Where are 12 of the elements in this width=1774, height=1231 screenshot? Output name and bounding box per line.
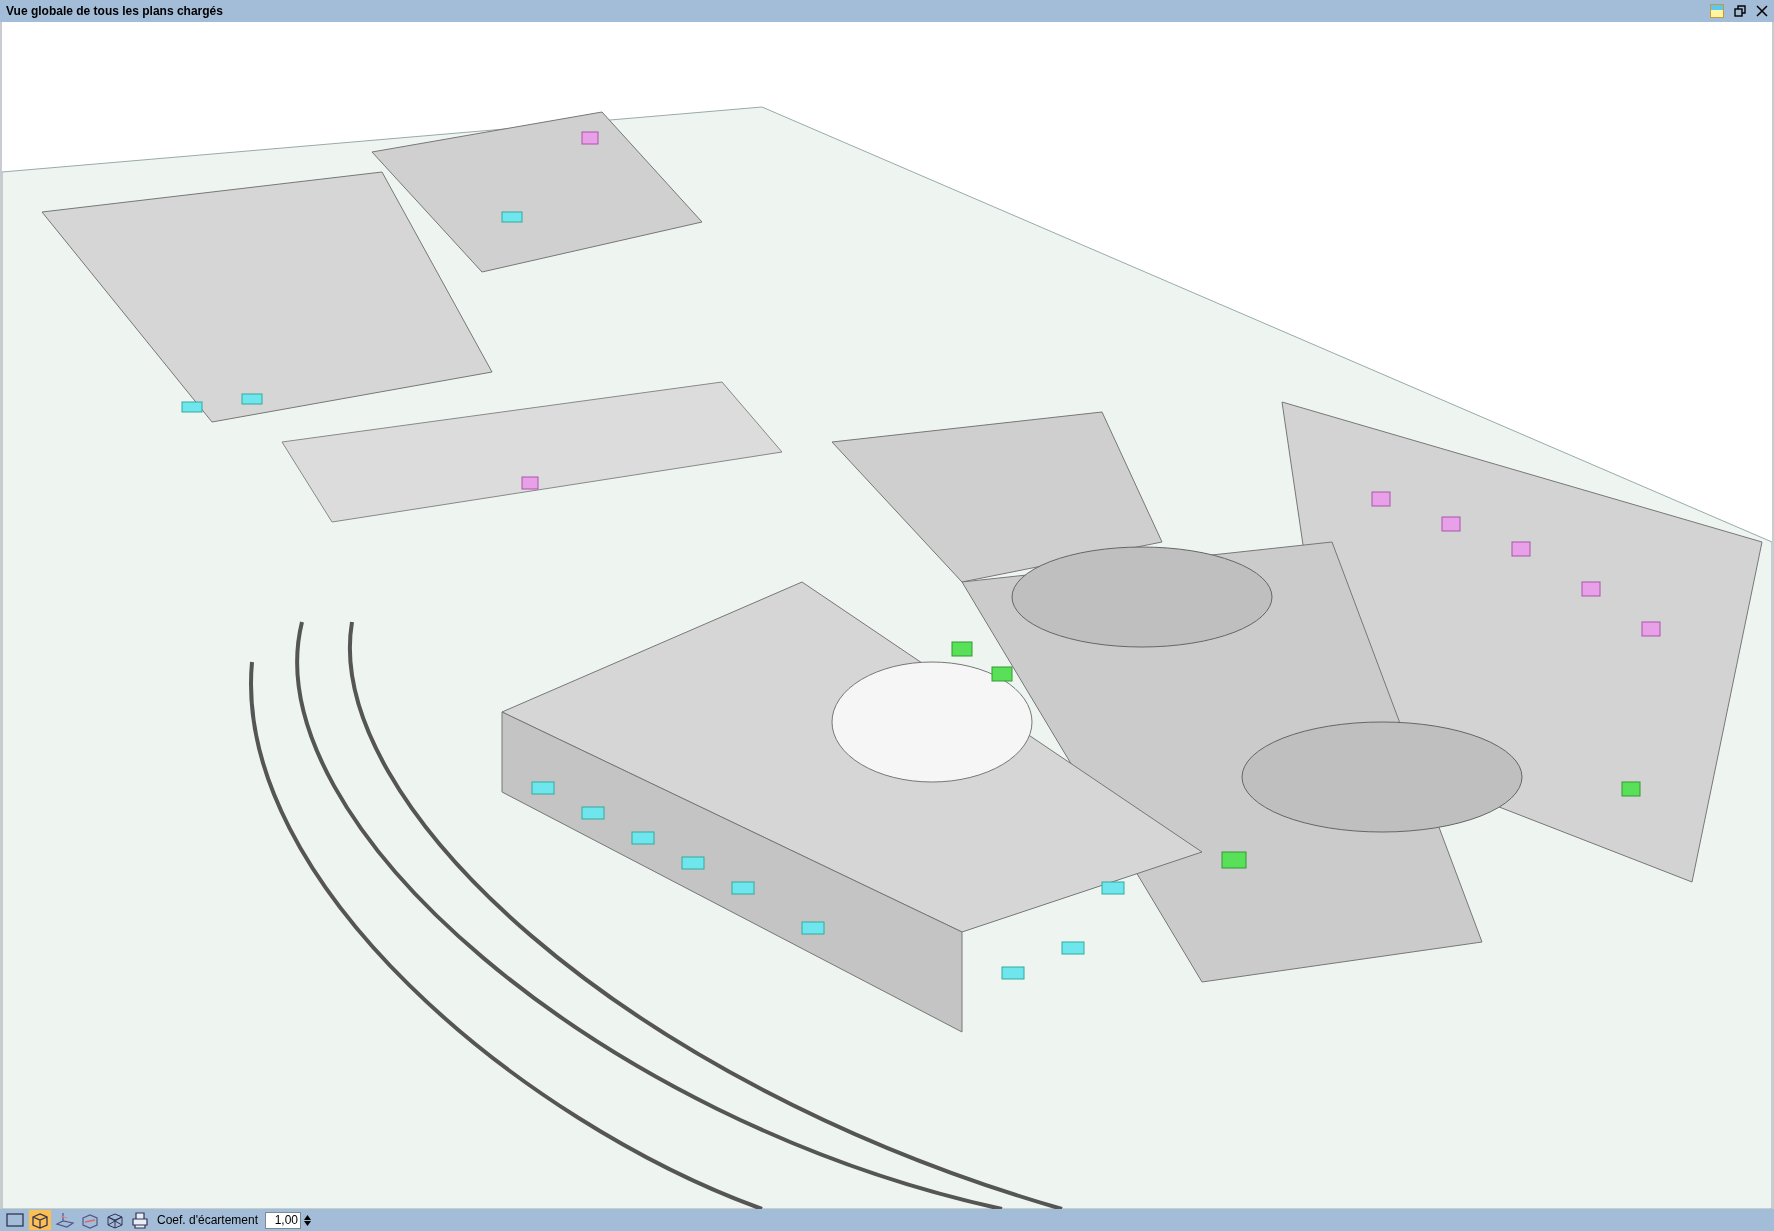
up-arrow-icon[interactable] (304, 1214, 311, 1220)
restore-icon[interactable] (1734, 5, 1746, 17)
wire-view-button[interactable] (104, 1210, 126, 1230)
plan-view-button[interactable] (4, 1210, 26, 1230)
close-icon[interactable] (1756, 5, 1768, 17)
box-view-button[interactable] (29, 1210, 51, 1230)
spacing-label: Coef. d'écartement (157, 1213, 258, 1227)
window-title: Vue globale de tous les plans chargés (6, 4, 224, 18)
spacing-field[interactable]: 1,00 (265, 1211, 301, 1229)
print-view-button[interactable] (129, 1210, 151, 1230)
plane-view-button[interactable] (54, 1210, 76, 1230)
down-arrow-icon[interactable] (304, 1220, 311, 1226)
